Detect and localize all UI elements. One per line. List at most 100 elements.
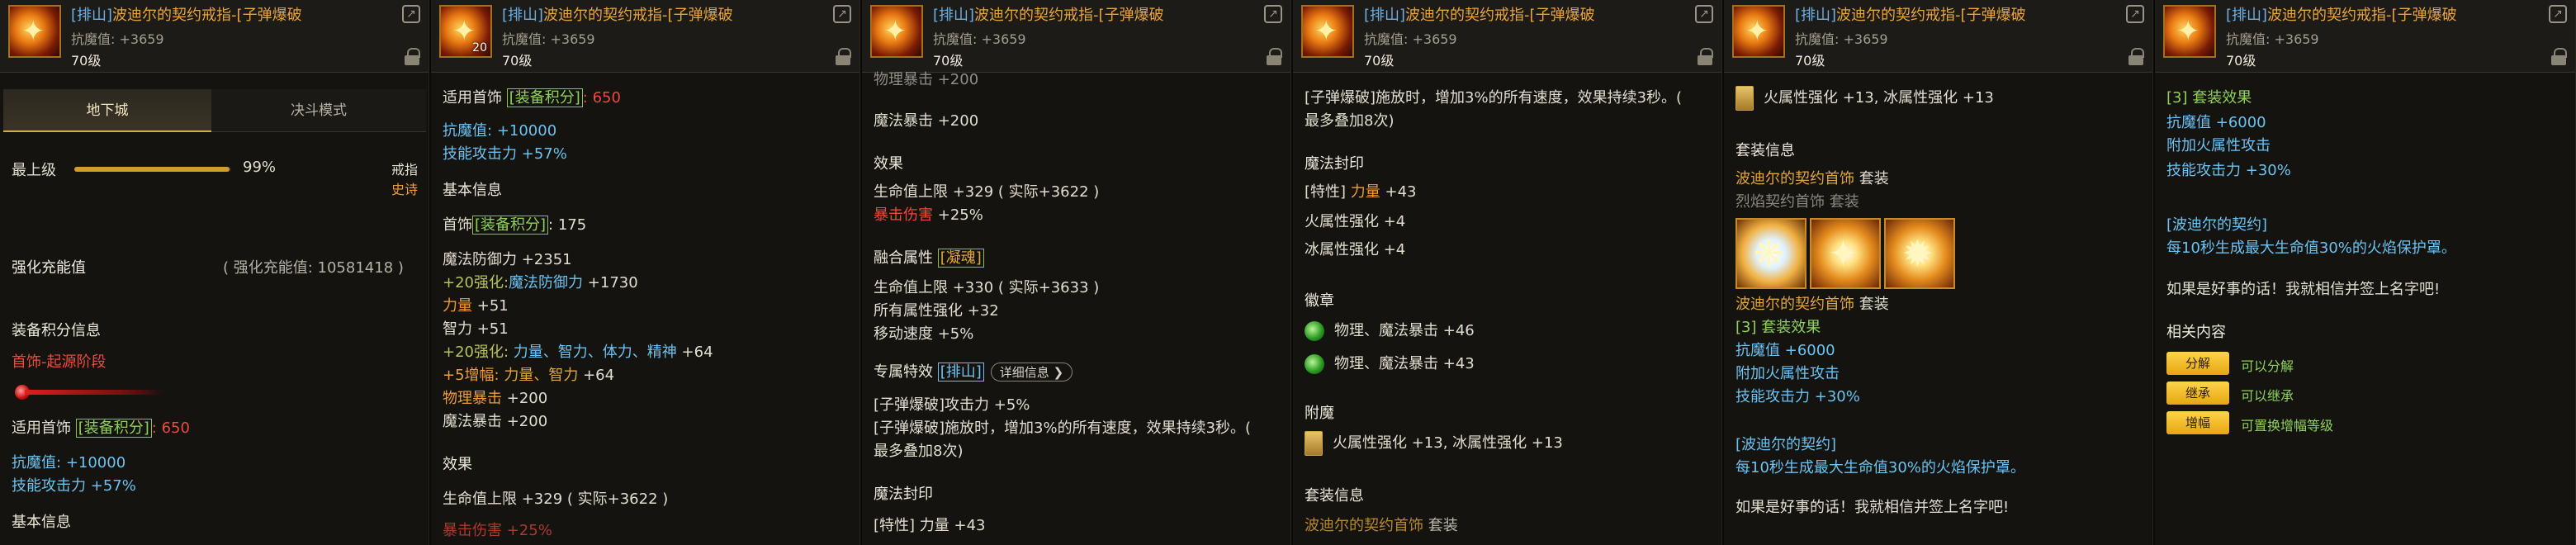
seal-title: 魔法封印 xyxy=(874,486,933,503)
special-title: 专属特效 [排山] 详细信息 ❯ xyxy=(874,360,1073,382)
effect-title: 效果 xyxy=(443,456,472,473)
share-icon[interactable]: ↗ xyxy=(402,5,420,23)
hp-line: 生命值上限 +329 ( 实际+3622 ) xyxy=(874,183,1100,201)
set-title: 套装信息 xyxy=(1305,487,1364,505)
fusion-speed: 移动速度 +5% xyxy=(874,325,974,343)
set-name-2: 波迪尔的契约首饰 套装 xyxy=(1735,296,1889,313)
item-attr: 抗魔值: +3659 xyxy=(933,31,1026,47)
item-name: [排山]波迪尔的契约戒指-[子弹爆破 xyxy=(933,7,1164,24)
set-effect-title: [3] 套装效果 xyxy=(2166,89,2252,107)
enchant-title: 附魔 xyxy=(1305,405,1334,422)
set-effect-fire: 附加火属性攻击 xyxy=(1735,365,1840,382)
tooltip-panel-5: ✦ [排山]波迪尔的契约戒指-[子弹爆破 抗魔值: +3659 70级 ↗ 火属… xyxy=(1724,0,2153,545)
item-header: ✦ [排山]波迪尔的契约戒指-[子弹爆破 抗魔值: +3659 70级 ↗ xyxy=(862,0,1290,73)
tab-pvp[interactable]: 决斗模式 xyxy=(215,89,423,132)
item-header: ✦ [排山]波迪尔的契约戒指-[子弹爆破 抗魔值: +3659 70级 ↗ xyxy=(1724,0,2152,73)
item-rarity: 史诗 xyxy=(391,182,419,197)
hp-line: 生命值上限 +329 ( 实际+3622 ) xyxy=(443,490,669,508)
item-header: ✦ [排山]波迪尔的契约戒指-[子弹爆破 抗魔值: +3659 70级 ↗ xyxy=(2155,0,2575,73)
pcrit-line: 物理暴击 +200 xyxy=(874,71,979,88)
item-header: ✦ [排山]波迪尔的契约戒指-[子弹爆破 抗魔值: +3659 70级 ↗ xyxy=(1293,0,1721,73)
share-icon[interactable]: ↗ xyxy=(2126,5,2144,23)
basic-title: 基本信息 xyxy=(12,514,71,531)
lock-icon[interactable] xyxy=(1697,48,1713,66)
pcrit-line: 物理暴击 +200 xyxy=(443,390,548,407)
emblem-2: 物理、魔法暴击 +43 xyxy=(1305,352,1475,374)
item-icon: ✦ xyxy=(1301,5,1354,58)
set-name: 波迪尔的契约首饰 套装 xyxy=(1305,517,1458,534)
inherit-button[interactable]: 继承 xyxy=(2166,382,2229,405)
item-level: 70级 xyxy=(71,53,102,69)
contract-title: [波迪尔的契约] xyxy=(2166,216,2268,234)
share-icon[interactable]: ↗ xyxy=(1695,5,1713,23)
special-line-3: 最多叠加8次) xyxy=(1305,112,1395,130)
item-attr: 抗魔值: +3659 xyxy=(1795,31,1888,47)
detail-button[interactable]: 详细信息 ❯ xyxy=(990,363,1073,382)
item-header: ✦ 20 [排山]波迪尔的契约戒指-[子弹爆破 抗魔值: +3659 70级 ↗ xyxy=(431,0,859,73)
special-line-1: [子弹爆破]攻击力 +5% xyxy=(874,396,1030,414)
tab-dungeon[interactable]: 地下城 xyxy=(3,89,211,132)
set-name: 波迪尔的契约首饰 套装 xyxy=(1735,170,1889,187)
item-icon: ✦ xyxy=(1732,5,1785,58)
share-icon[interactable]: ↗ xyxy=(833,5,851,23)
skill-atk-line: 技能攻击力 +57% xyxy=(443,145,567,163)
special-line-3: 最多叠加8次) xyxy=(874,443,964,460)
item-tag: [排山] xyxy=(71,7,113,24)
share-icon[interactable]: ↗ xyxy=(2549,5,2567,23)
contract-desc: 每10秒生成最大生命值30%的火焰保护罩。 xyxy=(2166,239,2456,257)
stat-plus-line: +20强化: 力量、智力、体力、精神 +64 xyxy=(443,344,713,361)
mdef-line: 魔法防御力 +2351 xyxy=(443,251,572,268)
item-icon: ✦ xyxy=(8,5,61,58)
skill-atk-line: 技能攻击力 +57% xyxy=(12,477,136,495)
amplify-desc: 可置换增幅等级 xyxy=(2241,418,2334,434)
chevron-right-icon: ❯ xyxy=(1053,365,1064,380)
fusion-elem: 所有属性强化 +32 xyxy=(874,302,999,320)
score-applies: 适用首饰 [装备积分]: 650 xyxy=(443,88,621,107)
seal-title: 魔法封印 xyxy=(1305,155,1364,173)
item-type: 戒指 xyxy=(391,162,419,178)
item-level: 70级 xyxy=(502,53,533,69)
item-icon: ✦ 20 xyxy=(439,5,492,58)
lock-icon[interactable] xyxy=(2128,48,2144,66)
set-item-icon-1[interactable]: ❋ xyxy=(1735,218,1807,289)
flavor-text: 如果是好事的话！我就相信并签上名字吧! xyxy=(1735,499,2010,516)
enchant-line: 火属性强化 +13, 冰属性强化 +13 xyxy=(1305,431,1563,456)
set-effect-skill: 技能攻击力 +30% xyxy=(1735,388,1860,405)
seal-ice: 冰属性强化 +4 xyxy=(1305,241,1406,258)
int-line: 智力 +51 xyxy=(443,320,509,338)
set-item-icon-3[interactable]: ✹ xyxy=(1884,218,1955,289)
emblem-title: 徽章 xyxy=(1305,292,1334,310)
set-effect-title: [3] 套装效果 xyxy=(1735,319,1821,336)
enchant-card-icon xyxy=(1735,86,1754,111)
lock-icon[interactable] xyxy=(404,48,420,66)
seal-fire: 火属性强化 +4 xyxy=(1305,213,1406,230)
item-level: 70级 xyxy=(1364,53,1395,69)
disassemble-button[interactable]: 分解 xyxy=(2166,352,2229,375)
contract-desc: 每10秒生成最大生命值30%的火焰保护罩。 xyxy=(1735,459,2025,476)
item-level: 70级 xyxy=(933,53,964,69)
score-applies: 适用首饰 [装备积分]: 650 xyxy=(12,419,190,438)
item-level: 70级 xyxy=(2226,53,2256,69)
critdmg-line: 暴击伤害 +25% xyxy=(874,206,983,224)
item-attr: 抗魔值: +3659 xyxy=(502,31,595,47)
amplify-button[interactable]: 增幅 xyxy=(2166,411,2229,434)
lock-icon[interactable] xyxy=(1266,48,1282,66)
enchant-card-icon xyxy=(1305,431,1323,456)
set-title: 套装信息 xyxy=(1735,142,1795,159)
item-name: [排山]波迪尔的契约戒指-[子弹爆破 xyxy=(1795,7,2026,24)
share-icon[interactable]: ↗ xyxy=(1264,5,1282,23)
inherit-desc: 可以继承 xyxy=(2241,388,2294,404)
item-attr: 抗魔值: +3659 xyxy=(1364,31,1457,47)
contract-title: [波迪尔的契约] xyxy=(1735,436,1837,453)
item-attr: 抗魔值: +3659 xyxy=(2226,31,2319,47)
item-name: [排山]波迪尔的契约戒指-[子弹爆破 xyxy=(1364,7,1595,24)
lock-icon[interactable] xyxy=(835,48,851,66)
item-icon-level: 20 xyxy=(472,41,487,54)
mcrit-line: 魔法暴击 +200 xyxy=(443,413,548,430)
upgrade-percent: 99% xyxy=(243,159,277,176)
tooltip-panel-3: ✦ [排山]波迪尔的契约戒指-[子弹爆破 抗魔值: +3659 70级 ↗ 物理… xyxy=(862,0,1291,545)
lock-icon[interactable] xyxy=(2550,48,2567,66)
set-item-icon-2[interactable]: ✦ xyxy=(1810,218,1881,289)
item-attr: 抗魔值: +3659 xyxy=(71,31,164,47)
fusion-hp: 生命值上限 +330 ( 实际+3633 ) xyxy=(874,279,1100,296)
